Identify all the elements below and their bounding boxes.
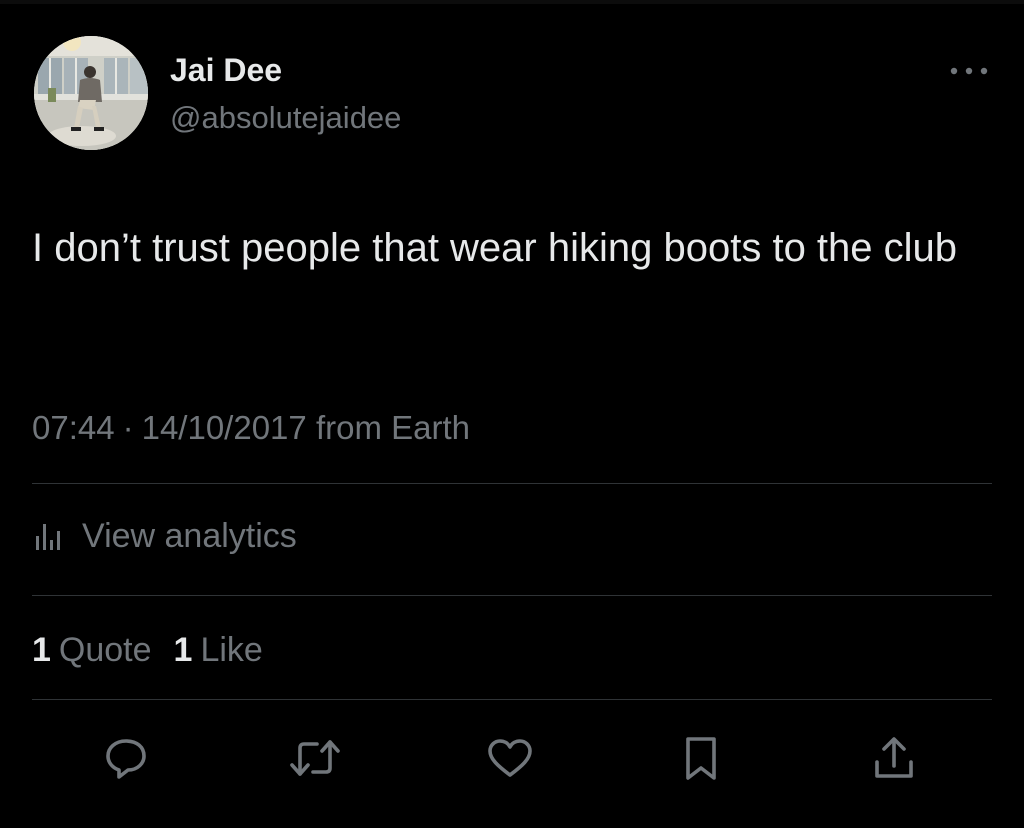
- retweet-icon: [290, 740, 340, 776]
- tweet-time[interactable]: 07:44: [32, 409, 115, 446]
- share-icon: [875, 737, 913, 778]
- bar-chart-icon: [36, 524, 60, 550]
- more-horizontal-icon: [950, 67, 988, 75]
- like-button[interactable]: [478, 726, 542, 790]
- quotes-label: Quote: [58, 630, 152, 669]
- author-name[interactable]: Jai Dee: [170, 50, 282, 90]
- retweet-button[interactable]: [283, 726, 347, 790]
- avatar-photo: [34, 36, 148, 150]
- tweet-meta: 07:44 · 14/10/2017 from Earth: [32, 406, 470, 450]
- share-button[interactable]: [862, 726, 926, 790]
- author-handle[interactable]: @absolutejaidee: [170, 98, 401, 138]
- divider-top: [32, 483, 992, 484]
- likes-label: Like: [200, 630, 263, 669]
- bookmark-button[interactable]: [669, 726, 733, 790]
- tweet-text: I don’t trust people that wear hiking bo…: [32, 226, 958, 270]
- divider-bottom: [32, 699, 992, 700]
- action-bar: [0, 726, 1024, 790]
- avatar[interactable]: [34, 36, 148, 150]
- tweet-detail: Jai Dee @absolutejaidee I don’t trust pe…: [0, 0, 1024, 828]
- heart-icon: [488, 739, 532, 777]
- view-analytics-link[interactable]: View analytics: [32, 512, 297, 560]
- likes-count: 1: [173, 630, 193, 669]
- tweet-date[interactable]: 14/10/2017: [142, 409, 307, 446]
- bookmark-icon: [686, 737, 716, 780]
- likes-stat[interactable]: 1 Like: [174, 631, 263, 670]
- quotes-stat[interactable]: 1 Quote: [32, 631, 152, 670]
- tweet-source: from Earth: [315, 409, 470, 446]
- quotes-count: 1: [32, 630, 51, 669]
- divider-middle: [32, 595, 992, 596]
- meta-separator: ·: [122, 409, 134, 446]
- reply-button[interactable]: [94, 726, 158, 790]
- more-options-button[interactable]: [944, 56, 994, 86]
- view-analytics-label: View analytics: [82, 516, 297, 555]
- engagement-stats: 1 Quote 1 Like: [32, 626, 285, 674]
- reply-icon: [106, 739, 146, 779]
